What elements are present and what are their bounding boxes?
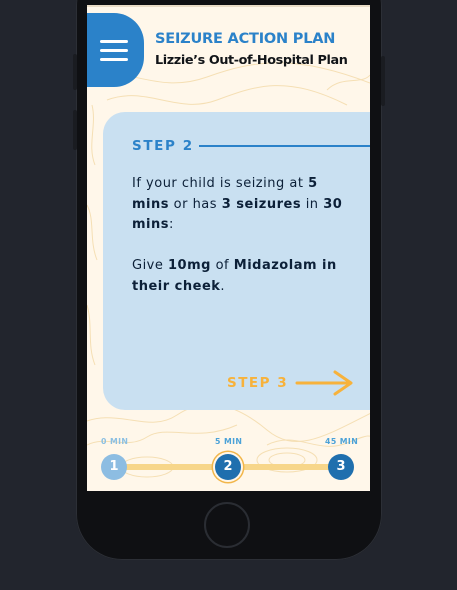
- step-condition-text: If your child is seizing at 5 mins or ha…: [132, 176, 343, 232]
- volume-button: [73, 110, 77, 150]
- timeline-label-5min: 5 MIN: [215, 437, 243, 446]
- power-button: [381, 56, 385, 106]
- arrow-right-icon: [295, 370, 353, 396]
- next-step-button[interactable]: STEP 3: [227, 370, 355, 396]
- page-title: SEIZURE ACTION PLAN: [155, 31, 336, 47]
- timeline-step-2-active[interactable]: 2: [215, 454, 241, 480]
- mute-switch: [73, 54, 77, 90]
- timeline-label-0min: 0 MIN: [101, 437, 129, 446]
- timeline-label-45min: 45 MIN: [325, 437, 359, 446]
- timeline-step-1[interactable]: 1: [101, 454, 127, 480]
- step-label: STEP 2: [132, 138, 194, 154]
- home-button[interactable]: [204, 502, 250, 548]
- menu-button[interactable]: [87, 13, 144, 87]
- step-action-text: Give 10mg of Midazolam in their cheek.: [132, 258, 337, 294]
- next-step-label: STEP 3: [227, 375, 289, 391]
- menu-line: [100, 49, 128, 52]
- action-dose: 10mg: [168, 258, 211, 273]
- step-divider: [199, 145, 370, 147]
- page-subtitle: Lizzie’s Out-of-Hospital Plan: [155, 53, 348, 68]
- menu-line: [100, 40, 128, 43]
- condition-count: 3 seizures: [221, 196, 302, 212]
- timeline-step-3[interactable]: 3: [328, 454, 354, 480]
- app-screen: SEIZURE ACTION PLAN Lizzie’s Out-of-Hosp…: [87, 5, 370, 491]
- step-card: STEP 2 If your child is seizing at 5 min…: [103, 112, 370, 410]
- menu-line: [100, 58, 128, 61]
